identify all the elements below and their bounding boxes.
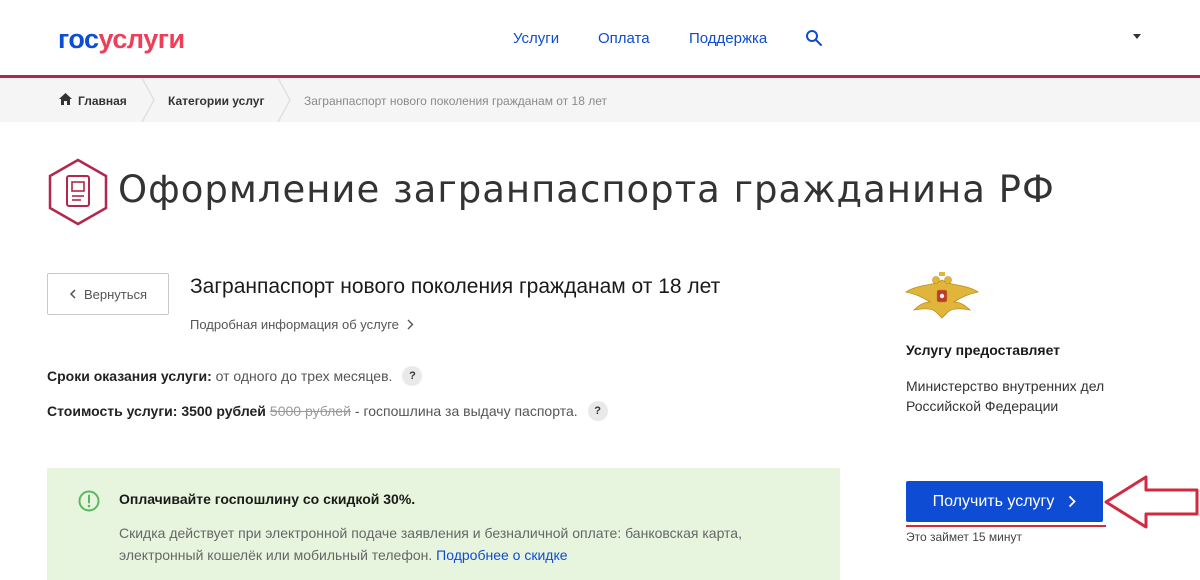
term-value: от одного до трех месяцев. <box>215 368 393 384</box>
passport-icon <box>48 158 108 226</box>
chevron-right-icon <box>1069 495 1077 508</box>
cost-note: - госпошлина за выдачу паспорта. <box>354 403 578 419</box>
nav-services[interactable]: Услуги <box>513 30 559 47</box>
coat-of-arms-icon <box>904 272 980 319</box>
get-service-button[interactable]: Получить услугу <box>906 481 1103 522</box>
chevron-right-icon <box>407 319 414 330</box>
gosuslugi-logo[interactable]: госуслуги <box>58 24 185 55</box>
discount-title: Оплачивайте госпошлину со скидкой 30%. <box>119 491 416 507</box>
cost-label: Стоимость услуги: <box>47 403 178 419</box>
discount-more-link[interactable]: Подробнее о скидке <box>436 547 567 563</box>
term-label: Сроки оказания услуги: <box>47 368 212 384</box>
help-icon[interactable]: ? <box>402 366 423 386</box>
breadcrumb-separator-icon <box>141 78 155 122</box>
breadcrumb: Главная Категории услуг Загранпаспорт но… <box>0 78 1200 122</box>
service-details-label: Подробная информация об услуге <box>190 317 399 332</box>
search-icon[interactable] <box>805 29 823 47</box>
discount-text: Скидка действует при электронной подаче … <box>119 522 819 566</box>
service-term-row: Сроки оказания услуги: от одного до трех… <box>47 366 423 386</box>
breadcrumb-categories[interactable]: Категории услуг <box>168 94 264 108</box>
breadcrumb-current: Загранпаспорт нового поколения гражданам… <box>304 94 608 108</box>
annotation-underline <box>906 525 1106 527</box>
breadcrumb-home[interactable]: Главная <box>78 94 127 108</box>
home-icon <box>59 93 72 105</box>
nav-support[interactable]: Поддержка <box>689 30 767 47</box>
back-button[interactable]: Вернуться <box>47 273 169 315</box>
service-title: Загранпаспорт нового поколения гражданам… <box>190 275 721 298</box>
red-arrow-icon <box>1104 475 1199 529</box>
logo-part-gos: гос <box>58 24 99 54</box>
cost-value: 3500 рублей <box>181 403 266 419</box>
logo-part-uslugi: услуги <box>98 24 186 54</box>
back-button-label: Вернуться <box>83 286 148 302</box>
breadcrumb-separator-icon <box>277 78 291 122</box>
discount-description: Скидка действует при электронной подаче … <box>119 525 742 563</box>
header: госуслуги Услуги Оплата Поддержка <box>0 0 1200 78</box>
page-title: Оформление загранпаспорта гражданина РФ <box>118 168 1055 211</box>
service-details-link[interactable]: Подробная информация об услуге <box>190 317 414 332</box>
discount-banner: Оплачивайте госпошлину со скидкой 30%. С… <box>47 468 840 580</box>
nav-payment[interactable]: Оплата <box>598 30 650 47</box>
exclamation-circle-icon <box>78 490 100 512</box>
cost-old-value: 5000 рублей <box>269 403 351 419</box>
caret-down-icon[interactable] <box>1133 34 1141 39</box>
provider-name: Министерство внутренних дел Российской Ф… <box>906 378 1105 414</box>
help-icon[interactable]: ? <box>587 401 608 421</box>
get-service-label: Получить услугу <box>932 492 1055 510</box>
duration-note: Это займет 15 минут <box>906 530 1022 544</box>
provider-label: Услугу предоставляет <box>906 342 1061 358</box>
service-cost-row: Стоимость услуги: 3500 рублей 5000 рубле… <box>47 401 608 421</box>
chevron-left-icon <box>69 289 76 299</box>
